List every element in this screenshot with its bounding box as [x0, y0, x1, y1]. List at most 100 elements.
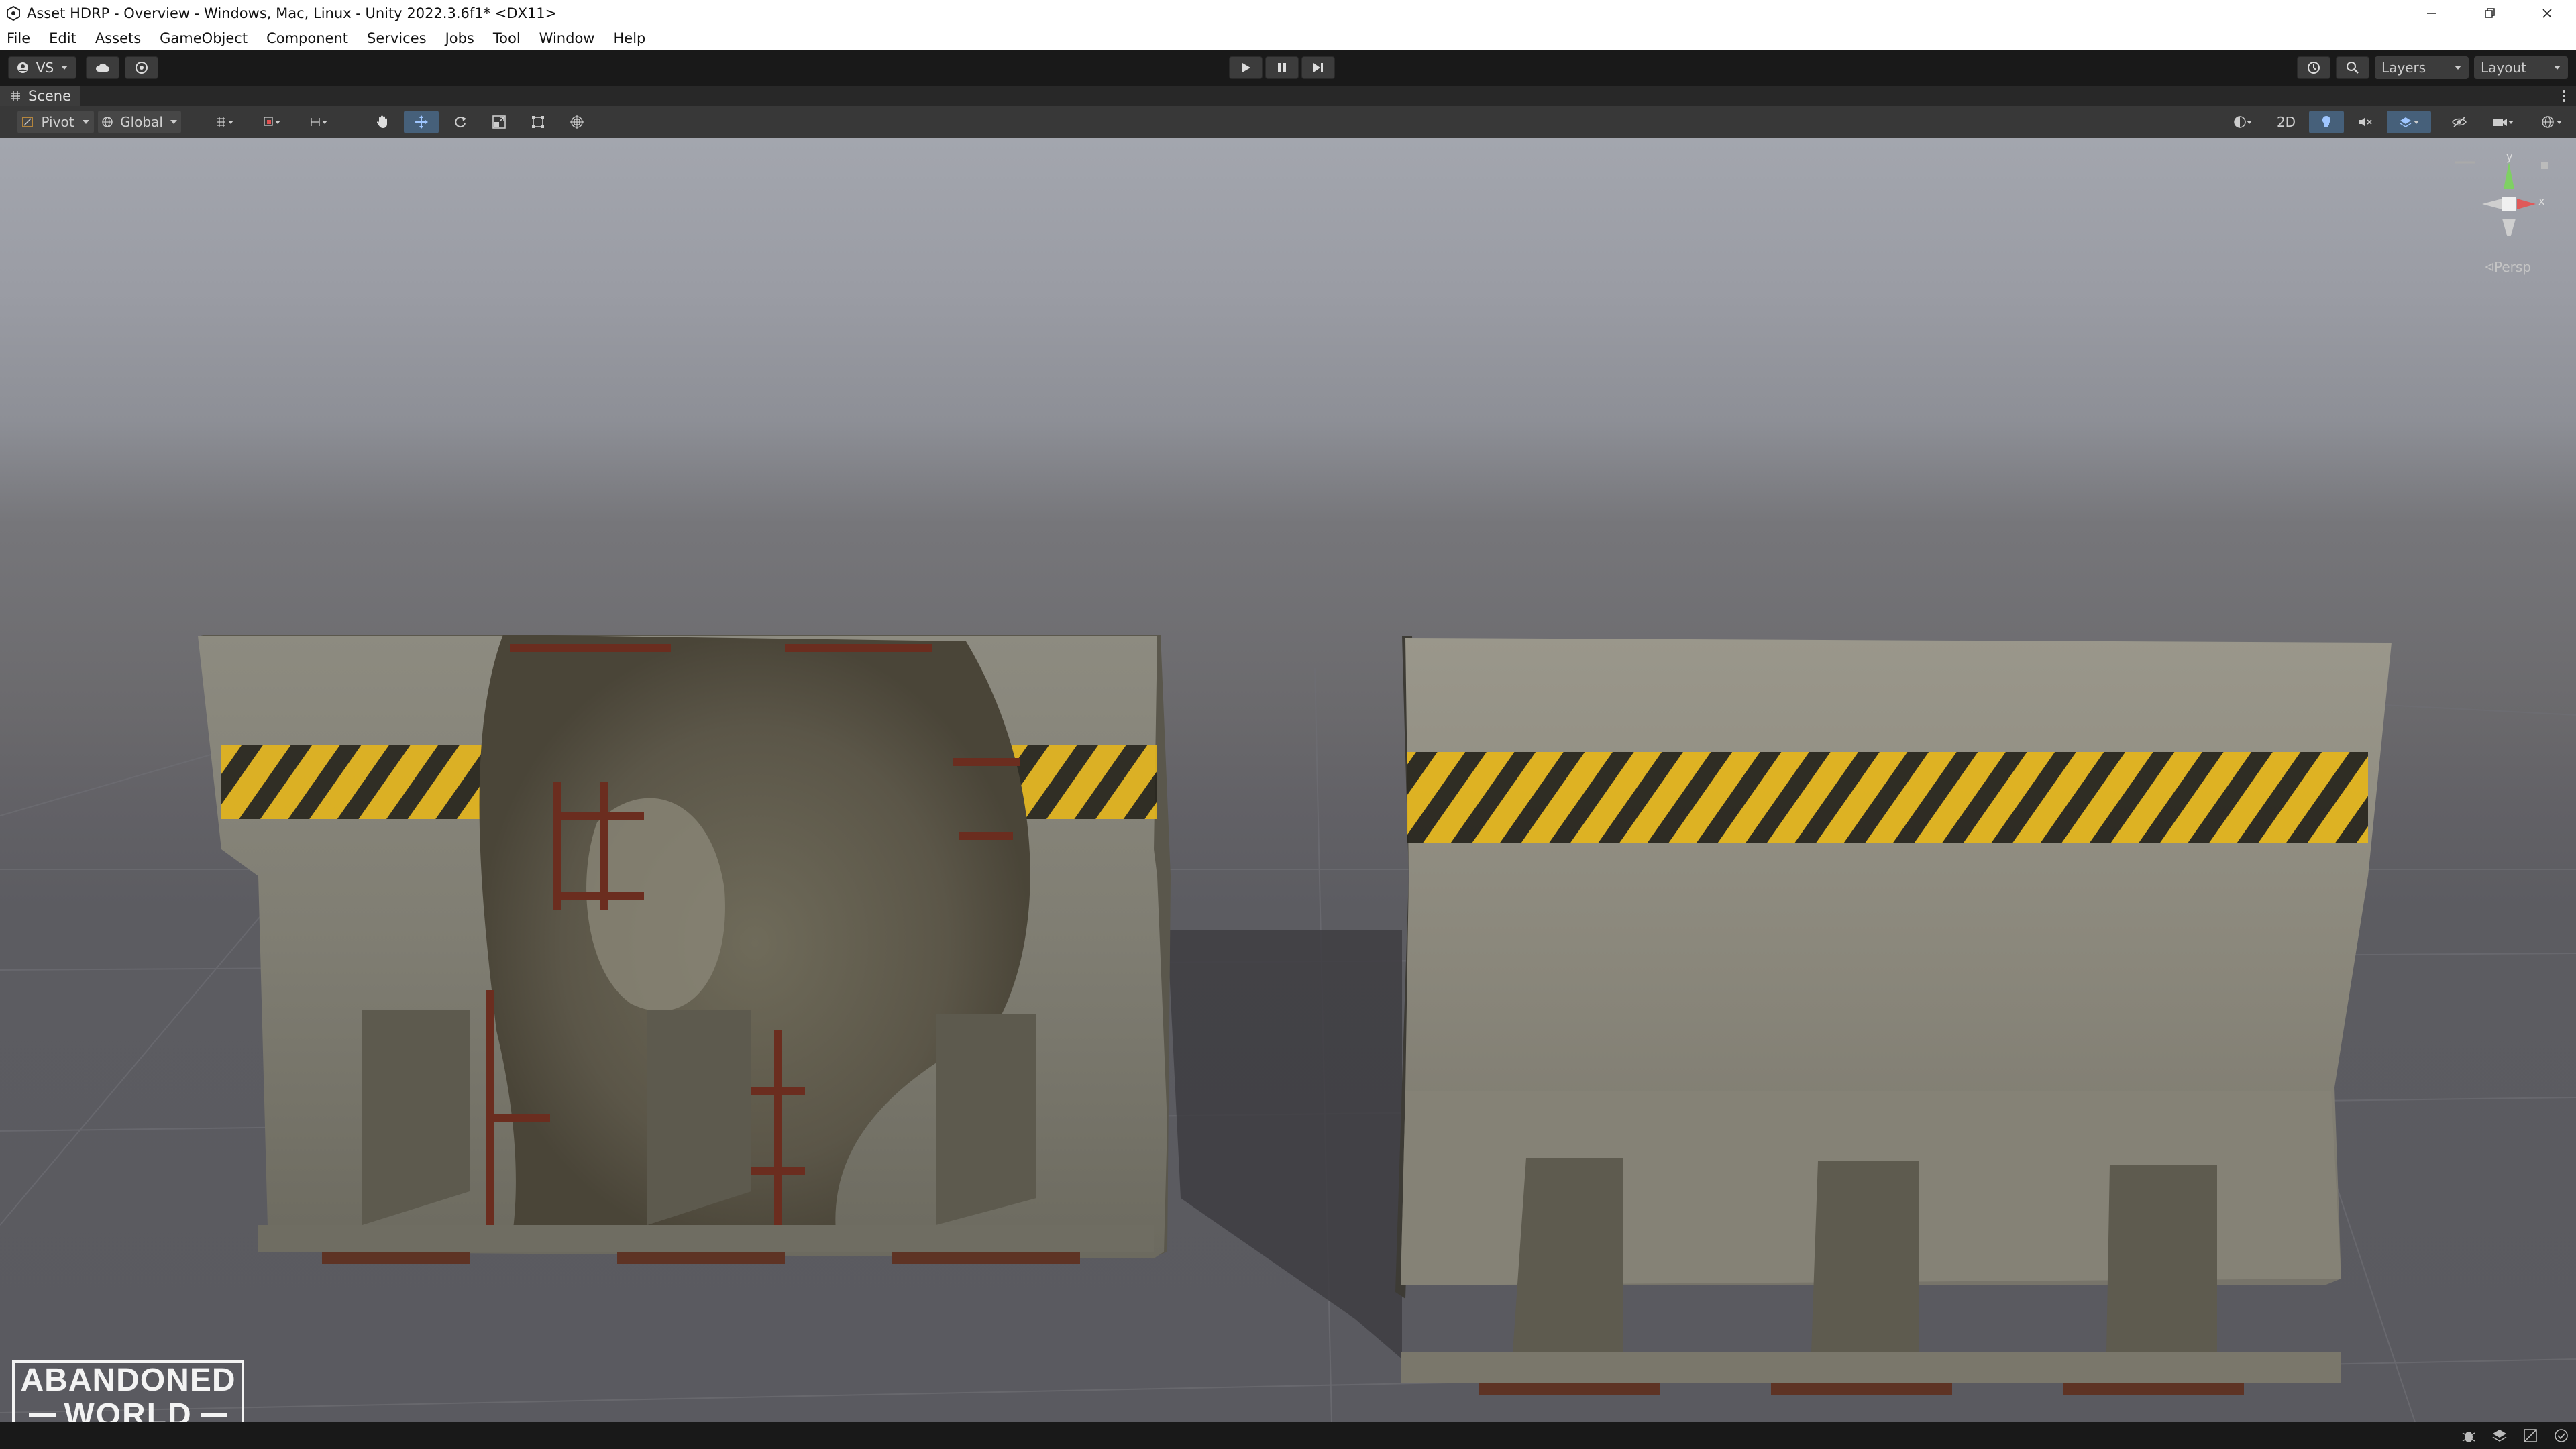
lightbulb-icon [2322, 115, 2331, 127]
layers-label: Layers [2381, 60, 2426, 76]
toggle-2d-label: 2D [2276, 114, 2296, 130]
unity-logo-icon [0, 0, 27, 27]
collab-button[interactable] [125, 56, 158, 79]
menu-tool[interactable]: Tool [493, 30, 521, 46]
tab-more-button[interactable] [2561, 89, 2567, 107]
logo-line-2: WORLD [64, 1397, 193, 1423]
toggle-2d-button[interactable]: 2D [2269, 111, 2304, 133]
perspective-icon [2485, 262, 2493, 272]
rect-tool-button[interactable] [521, 111, 555, 133]
rotate-tool-button[interactable] [443, 111, 478, 133]
menu-help[interactable]: Help [613, 30, 645, 46]
audio-toggle[interactable] [2348, 111, 2383, 133]
title-bar: Asset HDRP - Overview - Windows, Mac, Li… [0, 0, 2576, 27]
menu-services[interactable]: Services [367, 30, 427, 46]
shading-sphere-icon [2234, 116, 2252, 128]
close-button[interactable] [2518, 0, 2576, 27]
globe-icon [102, 117, 113, 127]
menu-gameobject[interactable]: GameObject [160, 30, 248, 46]
grid-snapping-dropdown[interactable] [203, 111, 247, 133]
rotate-icon [455, 117, 466, 128]
pivot-icon [22, 117, 33, 127]
hand-tool-button[interactable] [365, 111, 400, 133]
move-arrows-icon [415, 115, 428, 129]
pivot-dropdown[interactable]: Pivot [17, 111, 94, 133]
camera-settings-dropdown[interactable] [2481, 111, 2525, 133]
gizmos-dropdown[interactable] [2529, 111, 2573, 133]
scale-icon [492, 115, 506, 129]
menu-jobs[interactable]: Jobs [445, 30, 474, 46]
menu-component[interactable]: Component [266, 30, 348, 46]
tab-scene[interactable]: Scene [0, 86, 81, 106]
projection-toggle[interactable]: Persp [2485, 259, 2531, 275]
cloud-icon [95, 63, 109, 72]
scene-viewport[interactable]: y x Persp ABANDONED WORLD [0, 138, 2576, 1422]
chevron-down-icon [2554, 66, 2561, 70]
main-toolbar: VS Layers Layout [0, 50, 2576, 86]
chevron-down-icon [61, 66, 68, 70]
effects-dropdown[interactable] [2387, 111, 2431, 133]
menu-file[interactable]: File [7, 30, 30, 46]
account-dropdown[interactable]: VS [8, 56, 76, 79]
account-label: VS [36, 60, 54, 76]
menu-assets[interactable]: Assets [95, 30, 141, 46]
grid-snap-icon [217, 117, 233, 127]
cloud-button[interactable] [86, 56, 119, 79]
align-dropdown[interactable] [297, 111, 341, 133]
scene-render [0, 635, 2576, 1422]
gizmo-x-label: x [2538, 195, 2545, 207]
scene-lighting-toggle[interactable] [2309, 111, 2344, 133]
search-icon [2347, 62, 2359, 74]
restore-button[interactable] [2461, 0, 2518, 27]
global-dropdown[interactable]: Global [98, 111, 181, 133]
projection-label: Persp [2494, 259, 2531, 275]
scene-visibility-toggle[interactable] [2442, 111, 2477, 133]
tab-scene-label: Scene [28, 88, 72, 104]
layers-stack-icon[interactable] [2491, 1428, 2508, 1444]
menu-window[interactable]: Window [539, 30, 595, 46]
layers-dropdown[interactable]: Layers [2375, 56, 2469, 79]
minimize-button[interactable] [2403, 0, 2461, 27]
increment-snap-icon [264, 117, 280, 126]
play-button[interactable] [1229, 56, 1263, 79]
toolbar-right: Layers Layout [2297, 56, 2568, 79]
layout-dropdown[interactable]: Layout [2474, 56, 2568, 79]
shading-mode-dropdown[interactable] [2220, 111, 2265, 133]
account-icon [17, 62, 28, 73]
transform-icon [570, 115, 584, 129]
hidden-eye-icon [2452, 117, 2467, 127]
abandoned-world-logo: ABANDONED WORLD [12, 1360, 244, 1422]
orientation-gizmo[interactable]: y x Persp [2455, 149, 2549, 283]
damaged-barrier [198, 635, 1171, 1264]
chevron-down-icon [170, 120, 177, 124]
axis-gizmo-icon [2455, 161, 2548, 236]
effects-layers-icon [2400, 117, 2419, 127]
search-button[interactable] [2336, 56, 2369, 79]
pause-icon [1278, 63, 1286, 72]
hidden-objects-icon[interactable] [2522, 1428, 2538, 1444]
scene-toolbar: Pivot Global 2D [0, 106, 2576, 138]
step-button[interactable] [1301, 56, 1335, 79]
global-label: Global [120, 114, 163, 130]
logo-line-1: ABANDONED [20, 1362, 236, 1398]
gizmo-globe-icon [2542, 116, 2562, 128]
history-icon [2308, 62, 2320, 74]
mute-audio-icon [2359, 117, 2372, 127]
play-controls [1229, 56, 1335, 79]
increment-snapping-dropdown[interactable] [250, 111, 294, 133]
check-circle-icon[interactable] [2553, 1428, 2569, 1444]
transform-tool-button[interactable] [559, 111, 594, 133]
barrier-shadow [1167, 930, 1402, 1359]
menu-bar: File Edit Assets GameObject Component Se… [0, 27, 2576, 50]
scale-tool-button[interactable] [482, 111, 517, 133]
pause-button[interactable] [1265, 56, 1299, 79]
intact-barrier [1395, 636, 2392, 1395]
undo-history-button[interactable] [2297, 56, 2330, 79]
play-icon [1242, 63, 1250, 72]
vertical-ellipsis-icon [2563, 90, 2565, 102]
window-title: Asset HDRP - Overview - Windows, Mac, Li… [27, 5, 557, 21]
collab-icon [136, 62, 148, 74]
debug-bug-icon[interactable] [2461, 1428, 2477, 1444]
menu-edit[interactable]: Edit [49, 30, 76, 46]
move-tool-button[interactable] [404, 111, 439, 133]
